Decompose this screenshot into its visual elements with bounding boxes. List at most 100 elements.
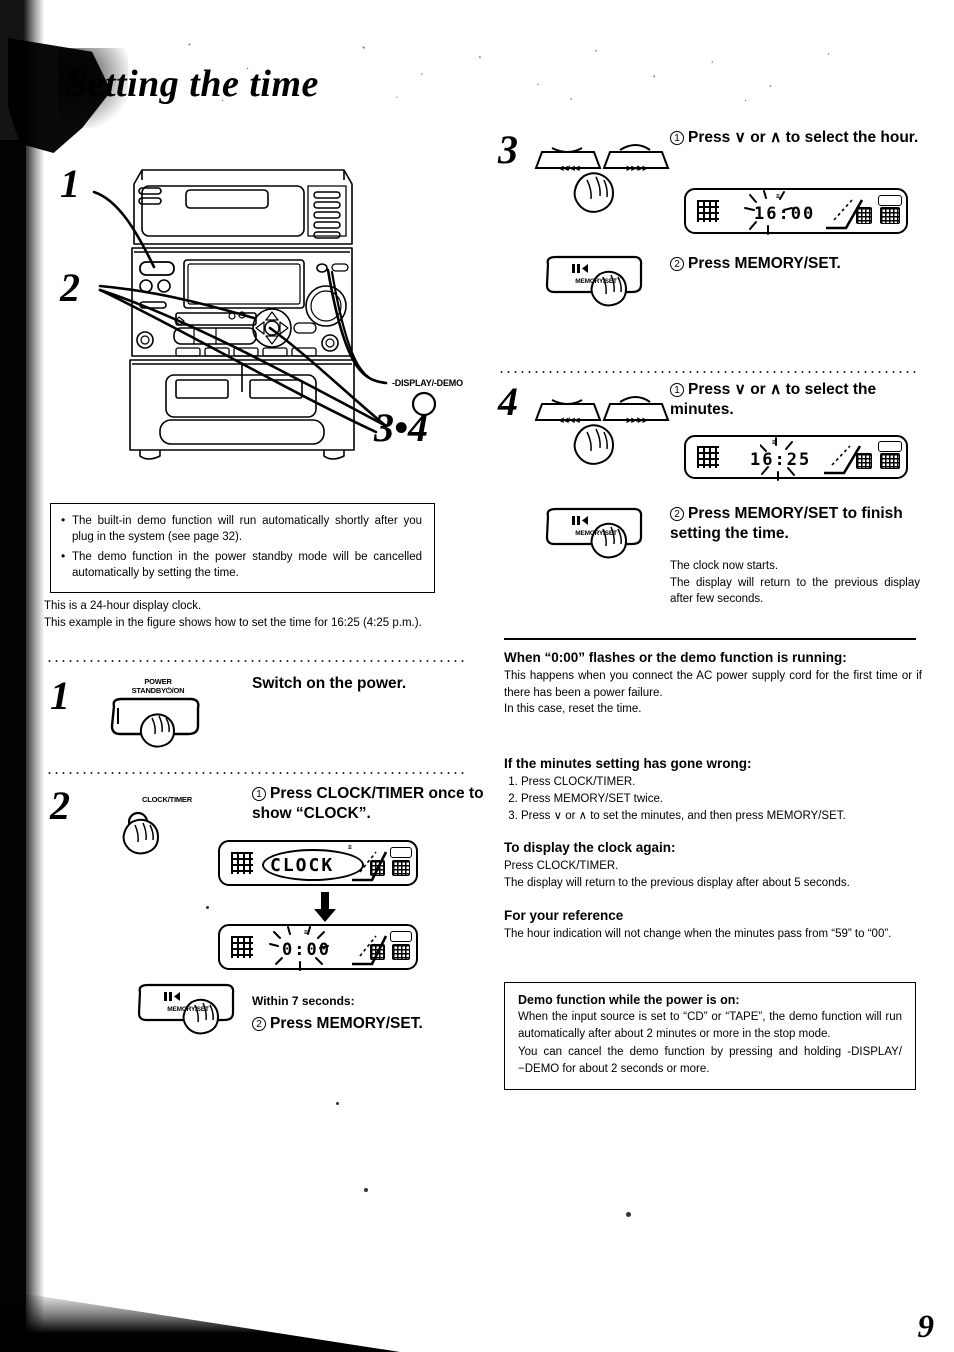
memory-set-button-art[interactable]: MEMORY/SET [134,982,264,1048]
section-display-clock-again: To display the clock again: Press CLOCK/… [504,840,922,891]
lcd-matrix-icon [231,852,253,874]
section-body: Press CLOCK/TIMER. The display will retu… [504,859,850,889]
step-4: 4 ◀◀/◀◀ ▶▶/▶▶ 1 Press ∨ or ∧ to select th… [496,380,936,620]
section-minutes-wrong: If the minutes setting has gone wrong: P… [504,756,922,826]
note-bullet: The built-in demo function will run auto… [61,512,422,546]
lcd-small-indicator: ≡ [304,929,310,936]
list-item: Press CLOCK/TIMER. [521,774,922,791]
list-item: Press MEMORY/SET twice. [521,791,922,808]
lcd-small-indicator: ≡ [776,193,782,200]
skip-forward-button-label: ▶▶/▶▶ [626,165,648,172]
memory-set-button-label: MEMORY/SET [167,1006,209,1013]
lcd-indicator-cap [878,195,902,206]
list-item: Press ∨ or ∧ to set the minutes, and the… [521,808,922,825]
lcd-display-hour: 16:00 ≡ [684,188,908,235]
intro-text: This is a 24-hour display clock. This ex… [44,598,454,632]
lcd-indicator-cap [390,847,412,858]
step-2-within-note: Within 7 seconds: [252,994,355,1008]
substep-marker: 2 [670,507,684,521]
lcd-flash-marks [269,926,329,971]
skip-back-button-label: ◀◀/◀◀ [558,165,580,172]
section-zero-flashing: When “0:00” flashes or the demo function… [504,650,922,718]
power-button-label-line2: STANDBY⏻/ON [131,686,185,695]
skip-buttons-shape [534,396,670,465]
section-ordered-list: Press CLOCK/TIMER. Press MEMORY/SET twic… [504,774,922,826]
step-4-substep-2: 2 Press MEMORY/SET to finish setting the … [670,504,928,544]
memory-set-button-shape [545,507,643,559]
lcd-indicator-block [856,207,872,224]
arrow-down-icon [314,892,336,922]
step-4-number: 4 [498,379,518,424]
scan-dust-spot [626,1212,631,1217]
step-separator [46,660,466,662]
diagram-callout-3-4: 3•4 [374,405,429,450]
step-2-number: 2 [50,783,70,828]
section-heading: To display the clock again: [504,840,676,855]
substep-marker: 2 [670,257,684,271]
scan-dust-spot [364,1188,368,1192]
lcd-matrix-icon [697,446,719,468]
memory-set-button-art[interactable]: MEMORY/SET [542,254,672,320]
note-bullet: The demo function in the power standby m… [61,548,422,582]
lcd-display-clock: CLOCK ≡ [218,840,418,886]
diagram-callout-2: 2 [60,265,80,310]
step-3-number: 3 [498,127,518,172]
clock-timer-button-art[interactable]: CLOCK/TIMER [112,796,232,868]
skip-buttons-art[interactable]: ◀◀/◀◀ ▶▶/▶▶ [532,138,682,238]
step-4-instruction-2: Press MEMORY/SET to finish setting the t… [670,505,903,542]
step-3: 3 ◀◀/◀◀ ▶▶/▶▶ 1 Press ∨ or ∧ to select th… [496,128,936,358]
demo-note-box: The built-in demo function will run auto… [50,503,435,594]
clock-timer-button-label: CLOCK/TIMER [142,795,192,804]
lcd-indicator-block [370,860,385,876]
step-separator [46,772,466,774]
section-heading: If the minutes setting has gone wrong: [504,756,752,771]
page-number: 9 [917,1309,935,1345]
step-3-substep-2: 2 Press MEMORY/SET. [670,254,932,274]
substep-marker: 2 [252,1017,266,1031]
step-3-instruction-2: Press MEMORY/SET. [688,255,841,272]
lcd-indicator-cap [878,441,902,452]
section-body: The hour indication will not change when… [504,927,892,940]
memory-set-button-shape [545,255,643,307]
skip-buttons-shape [534,144,670,213]
lcd-indicator-block [880,207,900,224]
lcd-indicator-block [880,453,900,469]
substep-marker: 1 [252,787,266,801]
lcd-small-indicator: ≡ [772,439,778,446]
section-heading: For your reference [504,908,624,923]
substep-marker: 1 [670,383,684,397]
demo-box-paragraph-2: You can cancel the demo function by pres… [518,1046,902,1075]
step-2: 2 CLOCK/TIMER 1 Press CLOCK/TIMER once to… [46,782,486,1062]
memory-set-button-label: MEMORY/SET [575,278,617,285]
lcd-indicator-cap [390,931,412,942]
stereo-system-diagram: 1 2 3•4 -DISPLAY/-DEMO [56,140,486,485]
step-2-timing-note: Within 7 seconds: [252,994,492,1009]
power-button-art[interactable]: POWER STANDBY⏻/ON [104,678,224,758]
memory-set-button-label: MEMORY/SET [575,530,617,537]
power-button-label-line1: POWER [144,677,172,686]
page-title: Setting the time [66,63,319,105]
step-3-instruction-1: Press ∨ or ∧ to select the hour. [688,129,919,146]
memory-set-button-art[interactable]: MEMORY/SET [542,506,672,572]
step-4-substep-1: 1 Press ∨ or ∧ to select the minutes. [670,380,932,420]
lcd-indicator-block [392,860,410,876]
demo-box-heading: Demo function while the power is on: [518,993,740,1007]
skip-forward-button-label: ▶▶/▶▶ [626,417,648,424]
lcd-indicator-block [370,944,385,960]
lcd-matrix-icon [697,200,719,222]
lcd-matrix-icon [231,936,253,958]
step-4-instruction-1: Press ∨ or ∧ to select the minutes. [670,381,877,418]
section-for-your-reference: For your reference The hour indication w… [504,908,922,943]
section-divider-rule [504,638,916,640]
display-demo-label: -DISPLAY/-DEMO [392,378,463,388]
demo-function-box: Demo function while the power is on: Whe… [504,982,916,1091]
step-3-substep-1: 1 Press ∨ or ∧ to select the hour. [670,128,932,148]
step-2-substep-2: 2 Press MEMORY/SET. [252,1014,502,1034]
memory-set-button-shape [137,983,235,1035]
lcd-display-minutes: 16:25 ≡ [684,435,908,481]
intro-line-1: This is a 24-hour display clock. [44,600,202,612]
skip-back-button-label: ◀◀/◀◀ [558,417,580,424]
lcd-small-indicator: ≡ [348,844,354,851]
skip-buttons-art[interactable]: ◀◀/◀◀ ▶▶/▶▶ [532,390,682,490]
step-2-instruction-2: Press MEMORY/SET. [270,1015,423,1032]
